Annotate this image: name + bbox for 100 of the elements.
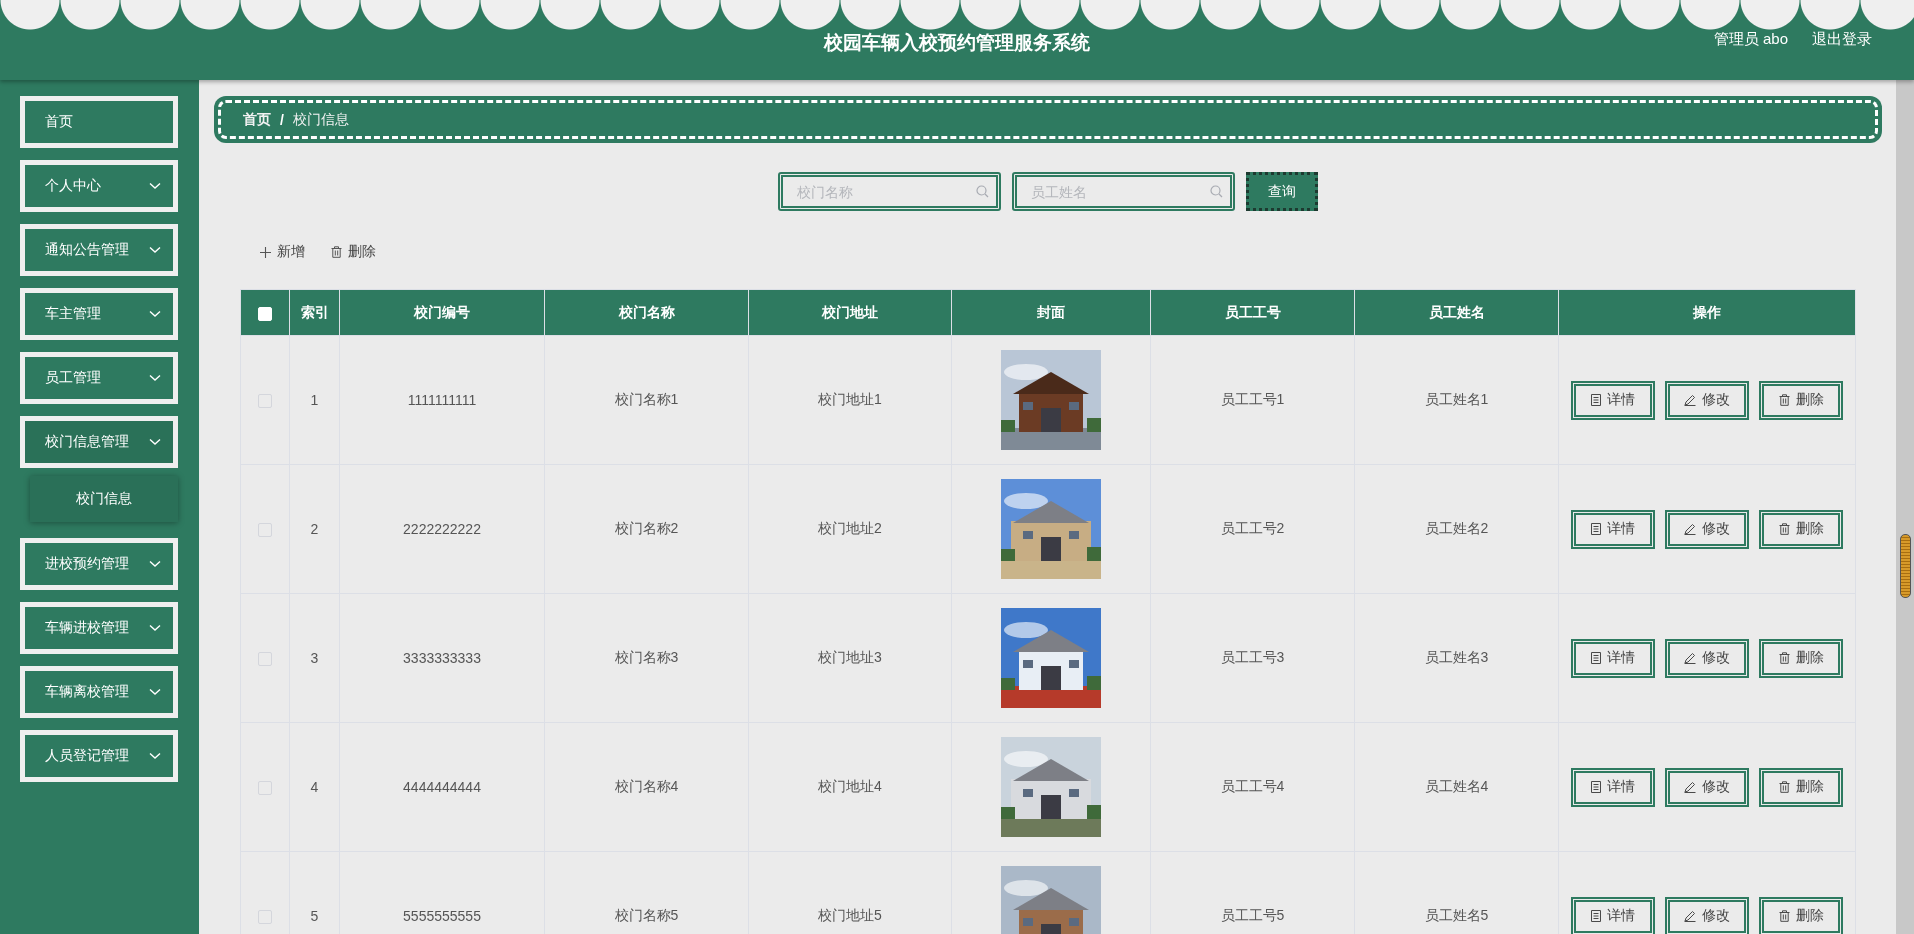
chevron-icon [149, 624, 161, 632]
logout-link[interactable]: 退出登录 [1812, 30, 1872, 49]
toolbar-button[interactable]: 新增 [258, 239, 307, 265]
sidebar-item[interactable]: 车辆离校管理 [20, 666, 178, 718]
document-icon [1591, 523, 1601, 535]
pencil-icon [1684, 910, 1696, 922]
chevron-icon [149, 182, 161, 190]
action-button[interactable]: 详情 [1571, 896, 1655, 934]
action-button[interactable]: 详情 [1571, 509, 1655, 549]
action-button[interactable]: 删除 [1759, 638, 1843, 678]
column-header: 员工工号 [1150, 289, 1355, 336]
plus-icon [260, 246, 271, 258]
breadcrumb-link[interactable]: 首页 [243, 110, 271, 129]
pencil-icon [1684, 652, 1696, 664]
table-cell: 3333333333 [403, 650, 481, 666]
action-button[interactable]: 删除 [1759, 896, 1843, 934]
sidebar-item[interactable]: 车辆进校管理 [20, 602, 178, 654]
table-cell: 员工工号3 [1220, 649, 1285, 665]
table-cell: 校门名称1 [614, 391, 679, 407]
table-cell: 4 [310, 779, 319, 795]
table-cell: 1 [310, 392, 319, 408]
submenu-item[interactable]: 校门信息 [30, 476, 178, 522]
sidebar-item[interactable]: 员工管理 [20, 352, 178, 404]
action-button[interactable]: 删除 [1759, 380, 1843, 420]
table-cell: 员工姓名5 [1424, 907, 1489, 923]
table-cell: 校门名称5 [614, 907, 679, 923]
table-cell: 2222222222 [403, 521, 481, 537]
document-icon [1591, 652, 1601, 664]
chevron-icon [149, 560, 161, 568]
toolbar-button[interactable]: 删除 [329, 239, 378, 265]
trash-icon [331, 246, 342, 258]
table-cell: 员工工号5 [1220, 907, 1285, 923]
table-cell: 5 [310, 908, 319, 924]
column-header: 校门名称 [544, 289, 749, 336]
table-cell: 员工姓名4 [1424, 778, 1489, 794]
table-cell: 员工工号1 [1220, 391, 1285, 407]
table-cell: 校门地址5 [818, 907, 882, 923]
table-cell: 3 [310, 650, 319, 666]
column-header: 校门地址 [748, 289, 952, 336]
table-cell: 1111111111 [407, 392, 477, 408]
sidebar-item[interactable]: 通知公告管理 [20, 224, 178, 276]
sidebar-item[interactable]: 首页 [20, 96, 178, 148]
sidebar-item[interactable]: 车主管理 [20, 288, 178, 340]
chevron-icon [149, 246, 161, 254]
action-button[interactable]: 详情 [1571, 380, 1655, 420]
trash-icon [1778, 394, 1790, 406]
table-cell: 校门名称3 [614, 649, 679, 665]
table-cell: 4444444444 [403, 779, 481, 795]
table-cell: 5555555555 [403, 908, 481, 924]
breadcrumb-link[interactable]: 校门信息 [292, 110, 349, 129]
trash-icon [1778, 781, 1790, 793]
scrollbar-thumb[interactable] [1900, 534, 1911, 598]
table-cell: 员工姓名3 [1424, 649, 1489, 665]
document-icon [1591, 910, 1601, 922]
sidebar-item[interactable]: 进校预约管理 [20, 538, 178, 590]
action-button[interactable]: 详情 [1571, 767, 1655, 807]
search-button[interactable]: 查询 [1246, 172, 1318, 211]
select-all-checkbox[interactable] [258, 306, 272, 321]
pencil-icon [1684, 394, 1696, 406]
trash-icon [1778, 910, 1790, 922]
table-cell: 校门地址3 [818, 649, 882, 665]
chevron-icon [149, 438, 161, 446]
pencil-icon [1684, 781, 1696, 793]
table-cell: 员工工号2 [1220, 520, 1285, 536]
table-cell: 员工姓名1 [1424, 391, 1489, 407]
column-header: 封面 [951, 289, 1151, 336]
action-button[interactable]: 修改 [1665, 509, 1749, 549]
user-label: 管理员 abo [1713, 30, 1788, 49]
column-header: 索引 [289, 289, 340, 336]
trash-icon [1778, 523, 1790, 535]
action-button[interactable]: 修改 [1665, 638, 1749, 678]
chevron-icon [149, 688, 161, 696]
table-cell: 校门名称2 [614, 520, 679, 536]
column-header: 员工姓名 [1354, 289, 1559, 336]
chevron-icon [149, 374, 161, 382]
document-icon [1591, 394, 1601, 406]
column-header: 校门编号 [339, 289, 545, 336]
chevron-icon [149, 752, 161, 760]
action-button[interactable]: 删除 [1759, 767, 1843, 807]
action-button[interactable]: 修改 [1665, 767, 1749, 807]
pencil-icon [1684, 523, 1696, 535]
sidebar-item[interactable]: 个人中心 [20, 160, 178, 212]
app-title: 校园车辆入校预约管理服务系统 [824, 31, 1090, 55]
sidebar-item[interactable]: 人员登记管理 [20, 730, 178, 782]
action-button[interactable]: 修改 [1665, 380, 1749, 420]
table-cell: 校门名称4 [614, 778, 679, 794]
trash-icon [1778, 652, 1790, 664]
search-icon [976, 185, 989, 198]
document-icon [1591, 781, 1601, 793]
breadcrumb-separator: / [280, 111, 284, 128]
table-cell: 校门地址1 [818, 391, 882, 407]
action-button[interactable]: 详情 [1571, 638, 1655, 678]
search-icon [1210, 185, 1223, 198]
table-cell: 2 [310, 521, 319, 537]
table-cell: 校门地址2 [818, 520, 882, 536]
table-cell: 校门地址4 [818, 778, 882, 794]
column-header: 操作 [1558, 289, 1856, 336]
action-button[interactable]: 删除 [1759, 509, 1843, 549]
scrollbar[interactable] [1896, 80, 1914, 934]
action-button[interactable]: 修改 [1665, 896, 1749, 934]
